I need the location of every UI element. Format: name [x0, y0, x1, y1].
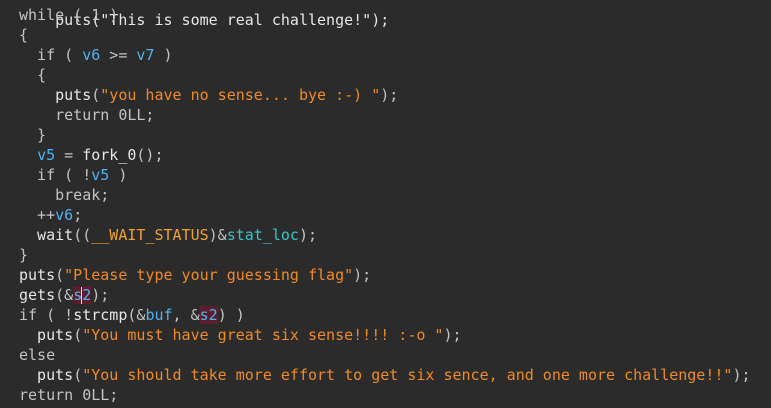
variable-buf[interactable]: buf	[145, 306, 172, 324]
code-line-3[interactable]: {	[19, 25, 28, 45]
code-token: ( !	[37, 306, 74, 324]
keyword-return: return	[19, 106, 110, 124]
brace: {	[19, 66, 47, 84]
code-token: )&	[208, 226, 227, 244]
variable-v5[interactable]: v5	[37, 146, 55, 164]
brace: {	[19, 26, 29, 44]
variable-v6[interactable]: v6	[55, 206, 73, 224]
code-token: (&	[55, 286, 74, 304]
number-literal: 0LL;	[73, 386, 119, 404]
code-token: );	[732, 366, 751, 384]
keyword-if: if	[19, 46, 56, 64]
variable-s2-highlighted[interactable]: s2	[199, 306, 218, 324]
code-line-15[interactable]: puts("Please type your guessing flag");	[19, 265, 371, 285]
function-puts[interactable]: puts	[19, 86, 91, 104]
variable-v5[interactable]: v5	[91, 166, 109, 184]
keyword-break: break;	[19, 186, 110, 204]
function-wait[interactable]: wait	[19, 226, 73, 244]
code-line-8[interactable]: }	[19, 125, 46, 145]
keyword-return: return	[19, 386, 74, 404]
brace: }	[19, 126, 47, 144]
function-puts[interactable]: puts	[19, 266, 55, 284]
variable-v6[interactable]: v6	[82, 46, 100, 64]
code-token: (	[64, 6, 92, 24]
code-line-16[interactable]: gets(&s2);	[19, 285, 109, 305]
global-stat-loc[interactable]: stat_loc	[227, 226, 299, 244]
code-line-21[interactable]: return 0LL;	[19, 385, 118, 405]
code-line-4[interactable]: if ( v6 >= v7 )	[19, 45, 173, 65]
function-puts[interactable]: puts	[19, 366, 73, 384]
variable-v7[interactable]: v7	[136, 46, 154, 64]
code-token: (	[55, 266, 65, 284]
function-puts[interactable]: puts	[19, 326, 73, 344]
code-token: (	[91, 86, 101, 104]
keyword-else: else	[19, 346, 56, 364]
string-literal: "You must have great six sense!!!! :-o "	[82, 326, 444, 344]
code-line-14[interactable]: }	[19, 245, 28, 265]
code-token: ++	[19, 206, 56, 224]
code-token: ;	[73, 206, 83, 224]
function-strcmp[interactable]: strcmp	[73, 306, 127, 324]
code-token: (&	[127, 306, 146, 324]
code-line-10[interactable]: if ( !v5 )	[19, 165, 127, 185]
string-literal: "You should take more effort to get six …	[82, 366, 733, 384]
number-literal: 1	[91, 6, 101, 24]
code-token: , &	[172, 306, 200, 324]
code-token: );	[353, 266, 372, 284]
code-token: ) )	[217, 306, 245, 324]
code-line-9[interactable]: v5 = fork_0();	[19, 145, 164, 165]
code-line-19[interactable]: else	[19, 345, 55, 365]
code-token: (	[55, 46, 83, 64]
code-line-12[interactable]: ++v6;	[19, 205, 82, 225]
code-token: );	[91, 286, 110, 304]
string-literal: "you have no sense... bye :-) "	[100, 86, 381, 104]
keyword-while: while	[19, 6, 65, 24]
code-token: ((	[73, 226, 92, 244]
keyword-if: if	[19, 166, 56, 184]
code-token: );	[380, 86, 399, 104]
function-fork[interactable]: fork_0	[82, 146, 136, 164]
function-gets[interactable]: gets	[19, 286, 55, 304]
code-line-20[interactable]: puts("You should take more effort to get…	[19, 365, 751, 385]
code-line-2[interactable]: while ( 1 )	[19, 5, 118, 25]
pseudocode-editor[interactable]: puts("This is some real challenge!"); wh…	[0, 0, 771, 408]
brace: }	[19, 246, 29, 264]
number-literal: 0LL;	[109, 106, 155, 124]
code-token: >=	[100, 46, 137, 64]
code-token: =	[55, 146, 83, 164]
variable-s2-highlighted[interactable]: 2	[82, 286, 92, 304]
code-line-11[interactable]: break;	[19, 185, 109, 205]
type-wait-status[interactable]: __WAIT_STATUS	[91, 226, 208, 244]
code-token: ( !	[55, 166, 92, 184]
string-literal: "Please type your guessing flag"	[64, 266, 354, 284]
code-token: (	[73, 366, 83, 384]
code-line-18[interactable]: puts("You must have great six sense!!!! …	[19, 325, 462, 345]
code-token: );	[298, 226, 318, 244]
code-line-5[interactable]: {	[19, 65, 46, 85]
keyword-if: if	[19, 306, 38, 324]
code-token: )	[154, 46, 173, 64]
code-line-7[interactable]: return 0LL;	[19, 105, 154, 125]
code-token: (	[73, 326, 83, 344]
code-token: ();	[136, 146, 164, 164]
code-token: );	[443, 326, 462, 344]
code-line-13[interactable]: wait((__WAIT_STATUS)&stat_loc);	[19, 225, 317, 245]
code-token: )	[109, 166, 128, 184]
code-token: )	[100, 6, 119, 24]
code-line-6[interactable]: puts("you have no sense... bye :-) ");	[19, 85, 398, 105]
code-line-17[interactable]: if ( !strcmp(&buf, &s2) )	[19, 305, 245, 325]
